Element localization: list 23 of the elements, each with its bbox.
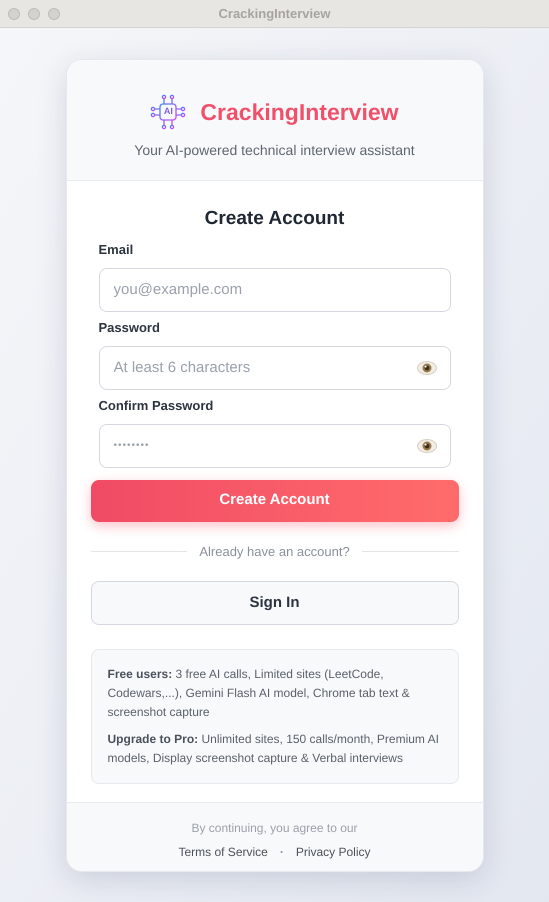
window-title: CrackingInterview bbox=[218, 4, 330, 23]
field-label: Password bbox=[98, 318, 161, 336]
form-title: Create Account bbox=[204, 207, 344, 231]
minimize-button[interactable] bbox=[28, 8, 40, 20]
link-separator: · bbox=[280, 844, 284, 861]
divider-text: Already have an account? bbox=[199, 542, 350, 561]
plan-info-text: Upgrade to Pro: Unlimited sites, 150 calls/month, Premium AI models, Display screenshot capture & Verbal interviews bbox=[108, 731, 440, 767]
privacy-link[interactable]: Privacy Policy bbox=[296, 843, 371, 861]
zoom-button[interactable] bbox=[48, 8, 60, 20]
eye-icon[interactable] bbox=[416, 360, 436, 374]
close-button[interactable] bbox=[8, 8, 20, 20]
sign-in-button[interactable]: Sign In bbox=[90, 581, 458, 625]
terms-notice: By continuing, you agree to our bbox=[191, 820, 358, 837]
tagline: Your AI-powered technical interview assistant bbox=[134, 141, 415, 160]
input-field[interactable]: At least 6 characters bbox=[98, 346, 450, 390]
plan-info-text: Free users: 3 free AI calls, Limited sites (LeetCode, Codewars,...), Gemini Flash AI model, Chrome tab text & screenshot capture bbox=[108, 666, 411, 721]
chip-logo: AI bbox=[150, 94, 186, 130]
eye-icon[interactable] bbox=[416, 438, 436, 452]
input-field[interactable]: you@example.com bbox=[98, 268, 450, 312]
field-label: Confirm Password bbox=[98, 396, 214, 414]
terms-link[interactable]: Terms of Service bbox=[178, 843, 268, 861]
field-label: Email bbox=[98, 240, 134, 258]
brand-name: CrackingInterview bbox=[200, 98, 399, 127]
